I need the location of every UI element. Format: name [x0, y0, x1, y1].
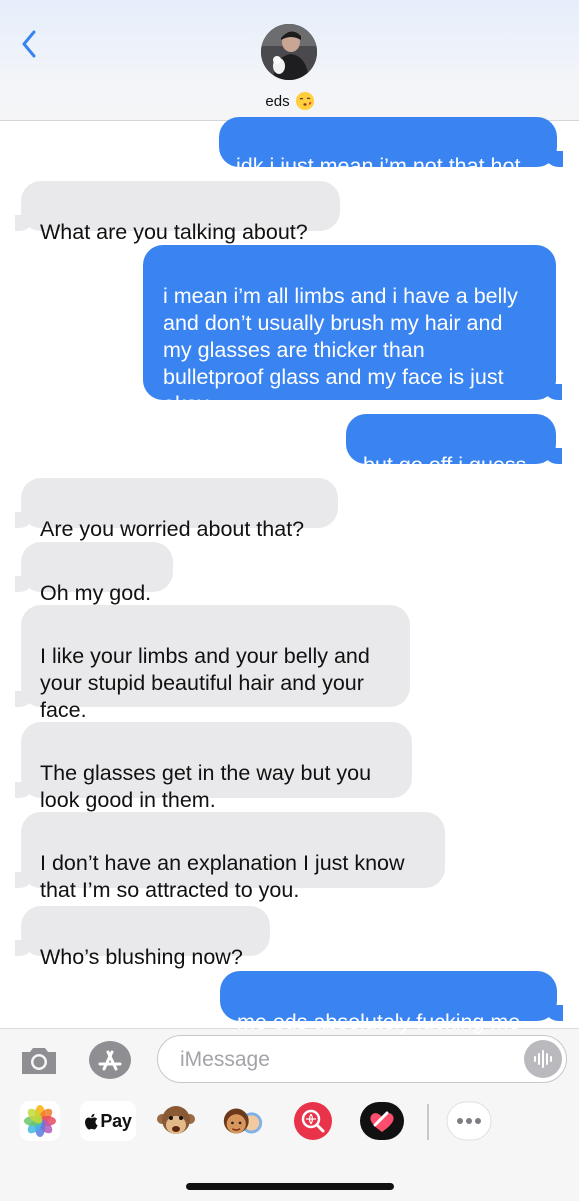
- avatar-photo: [261, 24, 317, 80]
- message-text: What are you talking about?: [40, 220, 308, 244]
- message-bubble-outgoing[interactable]: i mean i’m all limbs and i have a belly …: [143, 245, 568, 416]
- message-bubble-outgoing[interactable]: idk i just mean i’m not that hot: [219, 117, 569, 178]
- digital-touch-button[interactable]: [359, 1101, 405, 1141]
- app-store-icon: [89, 1041, 131, 1079]
- kissing-face-emoji-icon: [295, 92, 314, 110]
- contact-name-row[interactable]: eds: [0, 92, 579, 110]
- more-apps-button[interactable]: [446, 1101, 492, 1141]
- memoji-icon: [223, 1108, 263, 1134]
- message-input[interactable]: [178, 1046, 512, 1074]
- message-text: idk i just mean i’m not that hot: [236, 154, 521, 178]
- web-search-button[interactable]: [290, 1101, 336, 1141]
- message-text: me eds absolutely fucking me: [237, 1010, 521, 1034]
- camera-icon: [22, 1048, 56, 1074]
- contact-name: eds: [265, 92, 290, 110]
- camera-button[interactable]: [19, 1040, 59, 1080]
- photos-icon: [20, 1101, 60, 1141]
- message-text: Who’s blushing now?: [40, 945, 243, 969]
- apple-pay-button[interactable]: Pay: [80, 1101, 136, 1141]
- animoji-button[interactable]: [153, 1101, 199, 1141]
- message-text: Oh my god.: [40, 581, 152, 605]
- message-text: The glasses get in the way but you look …: [40, 761, 372, 812]
- more-icon: [446, 1101, 492, 1141]
- back-button[interactable]: [14, 26, 44, 62]
- message-text: i mean i’m all limbs and i have a belly …: [163, 284, 518, 416]
- message-text: I don’t have an explanation I just know …: [40, 851, 405, 902]
- memoji-button[interactable]: [219, 1101, 265, 1141]
- conversation-header: eds: [0, 0, 579, 121]
- waveform-icon: [534, 1050, 552, 1068]
- message-text: Are you worried about that?: [40, 517, 305, 541]
- apple-pay-icon: Pay: [80, 1101, 136, 1141]
- message-bubble-incoming[interactable]: Are you worried about that?: [9, 478, 338, 541]
- home-indicator[interactable]: [186, 1183, 394, 1190]
- monkey-animoji-icon: [157, 1106, 195, 1134]
- app-store-button[interactable]: [88, 1040, 132, 1080]
- message-text: I like your limbs and your belly and you…: [40, 644, 370, 722]
- chevron-left-icon: [22, 30, 36, 58]
- apple-pay-label: Pay: [100, 1110, 132, 1131]
- digital-touch-icon: [360, 1102, 404, 1140]
- app-drawer-divider: [427, 1104, 429, 1140]
- message-bubble-outgoing[interactable]: me eds absolutely fucking me: [220, 971, 569, 1034]
- web-search-icon: [294, 1102, 332, 1140]
- message-text: but go off i guess: [363, 453, 527, 477]
- photos-app-button[interactable]: [17, 1101, 63, 1141]
- apple-logo-icon: [85, 1113, 98, 1129]
- message-bubble-incoming[interactable]: I like your limbs and your belly and you…: [9, 605, 410, 722]
- contact-avatar[interactable]: [261, 24, 317, 80]
